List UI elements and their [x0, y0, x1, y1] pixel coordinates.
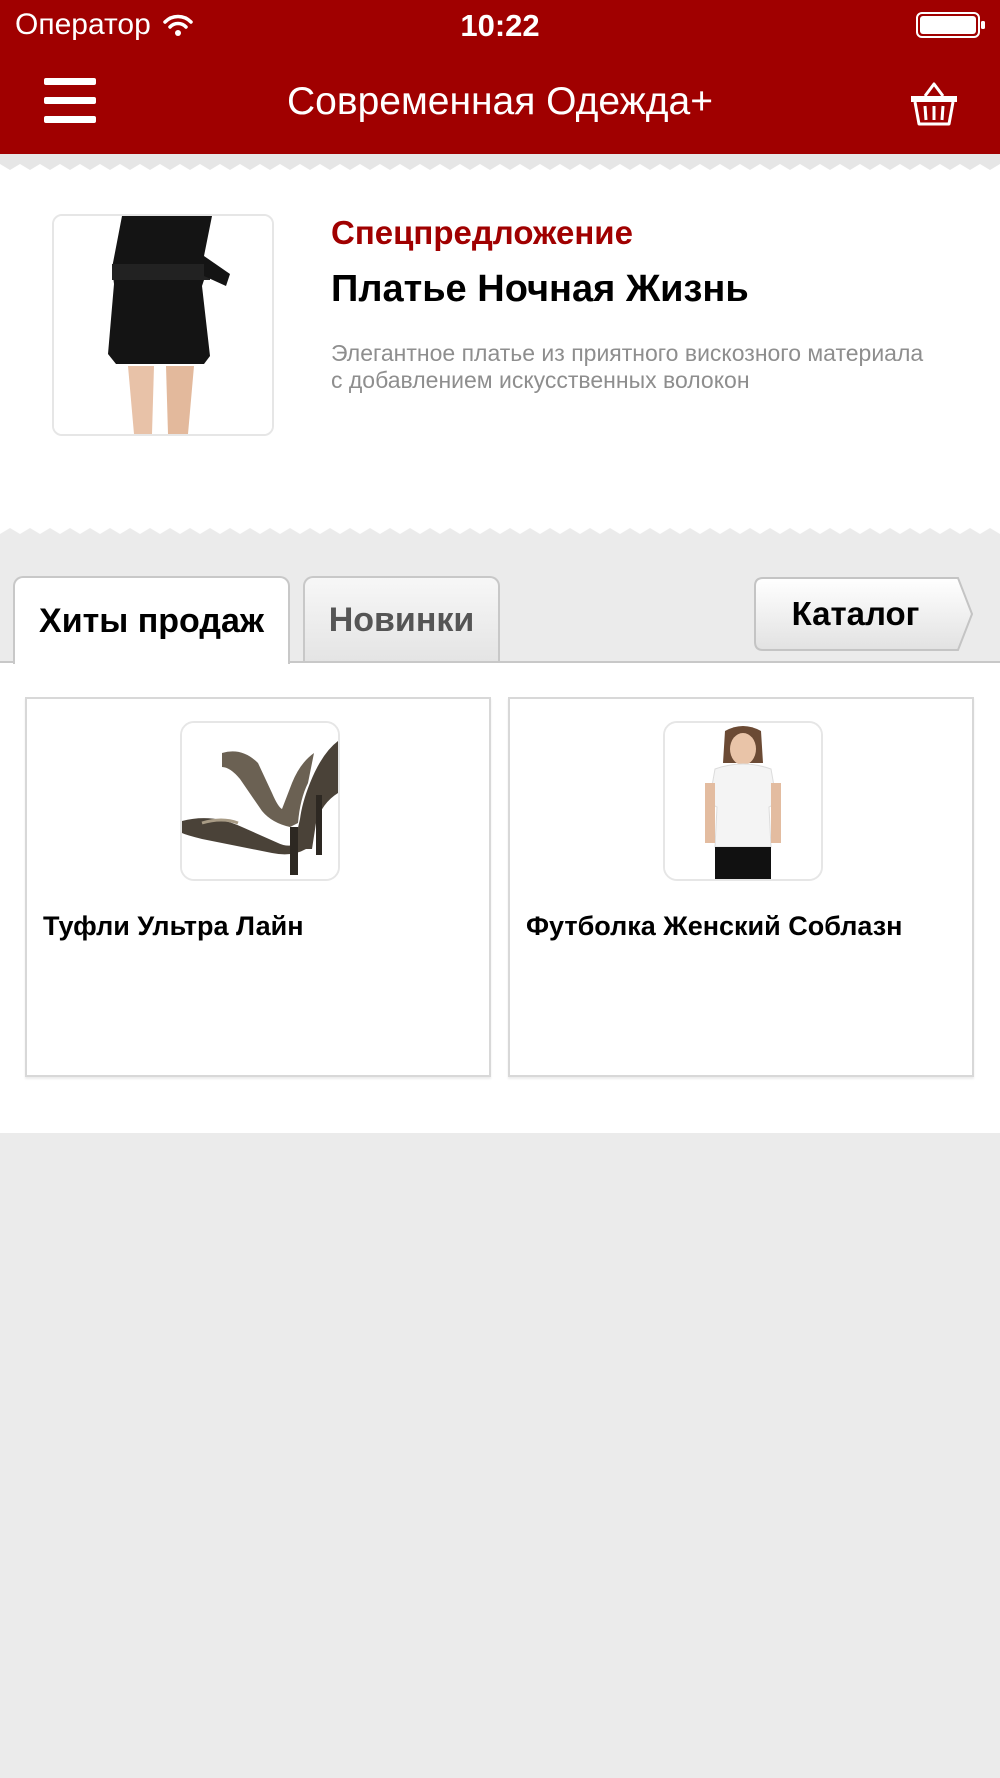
offer-title: Платье Ночная Жизнь	[331, 268, 749, 310]
product-name: Туфли Ультра Лайн	[43, 911, 304, 941]
tshirt-product-image[interactable]	[663, 721, 823, 881]
zigzag-divider	[0, 528, 1000, 544]
dress-product-image[interactable]	[52, 214, 274, 436]
tab-bestsellers[interactable]: Хиты продаж	[13, 576, 290, 664]
catalog-button-label: Каталог	[791, 595, 920, 632]
offer-label: Спецпредложение	[331, 214, 633, 251]
tab-new-arrivals[interactable]: Новинки	[303, 576, 500, 662]
app-title: Современная Одежда+	[287, 80, 713, 123]
product-name: Футболка Женский Соблазн	[526, 911, 903, 941]
battery-icon	[916, 12, 985, 38]
product-card[interactable]: Футболка Женский Соблазн	[508, 697, 974, 1077]
special-offer-banner[interactable]: Спецпредложение Платье Ночная Жизнь Элег…	[0, 154, 1000, 544]
shopping-basket-icon[interactable]	[908, 78, 960, 130]
zigzag-divider	[0, 154, 1000, 170]
shoes-product-image[interactable]	[180, 721, 340, 881]
catalog-button[interactable]: Каталог	[753, 576, 973, 652]
product-grid: Туфли Ультра Лайн Футболка Женский Собла…	[0, 663, 1000, 1133]
navigation-bar: Оператор 10:22 Современная Одежда+	[0, 0, 1000, 154]
offer-description: Элегантное платье из приятного вискозног…	[331, 340, 924, 393]
product-card[interactable]: Туфли Ультра Лайн	[25, 697, 491, 1077]
status-time: 10:22	[460, 8, 540, 43]
